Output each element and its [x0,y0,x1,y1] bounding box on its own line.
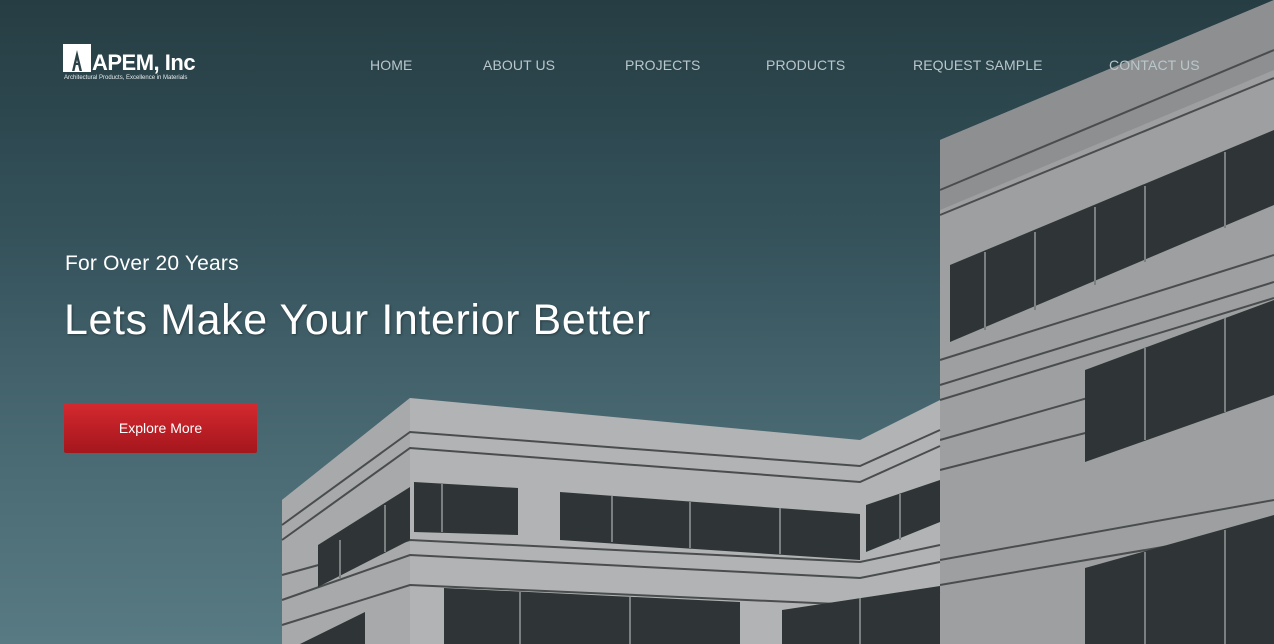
hero-kicker: For Over 20 Years [65,252,239,275]
main-nav: HOME ABOUT US PROJECTS PRODUCTS REQUEST … [0,57,1274,77]
explore-more-button[interactable]: Explore More [64,403,257,453]
nav-item-request-sample[interactable]: REQUEST SAMPLE [913,57,1043,73]
nav-item-contact-us[interactable]: CONTACT US [1109,57,1200,73]
nav-item-home[interactable]: HOME [370,57,412,73]
nav-item-about-us[interactable]: ABOUT US [483,57,555,73]
nav-item-projects[interactable]: PROJECTS [625,57,700,73]
hero-section: APEM, Inc Architectural Products, Excell… [0,0,1274,644]
hero-headline: Lets Make Your Interior Better [64,296,651,344]
nav-item-products[interactable]: PRODUCTS [766,57,845,73]
